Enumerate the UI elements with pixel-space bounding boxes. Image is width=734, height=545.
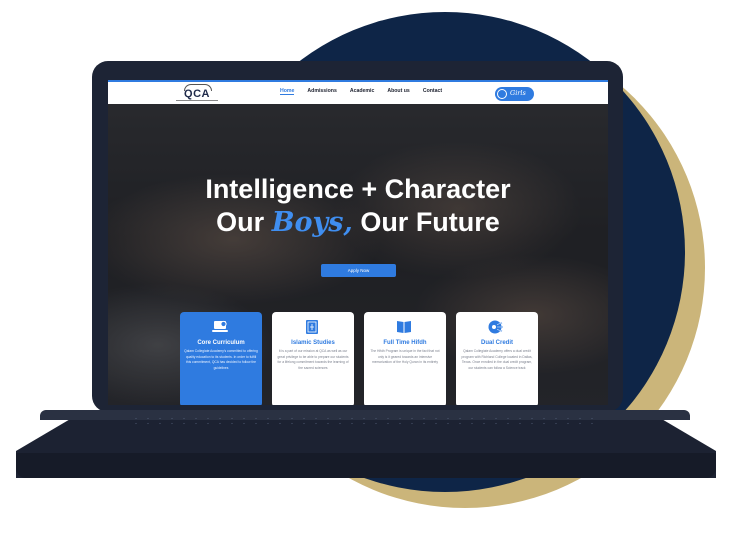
site-navbar: QCA Home Admissions Academic About us Co… xyxy=(108,80,608,104)
laptop-base-edge xyxy=(16,453,716,478)
card-core-curriculum[interactable]: Core Curriculum Qalam Collegiate Academy… xyxy=(180,312,262,405)
nav-admissions[interactable]: Admissions xyxy=(307,88,336,95)
girls-label: Girls xyxy=(510,89,526,97)
card-dual-credit[interactable]: Dual Credit Qalam Collegiate Academy off… xyxy=(456,312,538,405)
card-text: The Hifdh Program is unique in the fact … xyxy=(370,349,440,365)
logo-text: QCA xyxy=(184,88,210,100)
laptop-check-icon xyxy=(212,320,228,332)
girls-button[interactable]: Girls xyxy=(495,87,534,101)
circuit-icon xyxy=(488,320,503,334)
qca-logo[interactable]: QCA xyxy=(176,84,218,104)
open-book-icon xyxy=(397,321,411,333)
hero-headline: Intelligence + Character Our Boys, Our F… xyxy=(108,173,608,239)
card-full-time-hifdh[interactable]: Full Time Hifdh The Hifdh Program is uni… xyxy=(364,312,446,405)
laptop-screen: QCA Home Admissions Academic About us Co… xyxy=(108,80,608,405)
nav-contact[interactable]: Contact xyxy=(423,88,442,95)
quran-book-icon xyxy=(306,320,318,334)
card-title: Dual Credit xyxy=(480,340,513,346)
apply-now-button[interactable]: Apply Now xyxy=(321,264,396,277)
headline-script-word: Boys, xyxy=(271,207,353,238)
card-title: Full Time Hifdh xyxy=(383,340,427,346)
main-nav: Home Admissions Academic About us Contac… xyxy=(280,88,442,95)
girl-icon xyxy=(497,89,507,99)
nav-academic[interactable]: Academic xyxy=(350,88,375,95)
card-text: Qalam Collegiate Academy's committed to … xyxy=(184,349,258,370)
nav-home[interactable]: Home xyxy=(280,88,295,95)
card-title: Islamic Studies xyxy=(291,340,335,346)
keyboard xyxy=(130,416,600,426)
headline-line-2: Our Boys, Our Future xyxy=(216,207,500,238)
nav-about-us[interactable]: About us xyxy=(387,88,409,95)
card-text: It is a part of our mission at QCA as we… xyxy=(277,349,349,370)
card-text: Qalam Collegiate Academy offers a dual c… xyxy=(461,349,533,370)
card-islamic-studies[interactable]: Islamic Studies It is a part of our miss… xyxy=(272,312,354,405)
headline-line-1: Intelligence + Character xyxy=(205,174,511,204)
card-title: Core Curriculum xyxy=(197,340,245,346)
